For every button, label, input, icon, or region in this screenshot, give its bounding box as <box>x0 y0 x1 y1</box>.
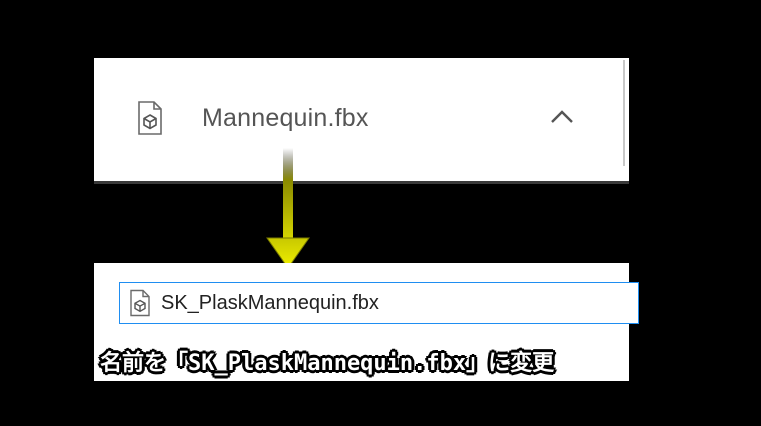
instruction-caption: 名前を「SK_PlaskMannequin.fbx」に変更 <box>100 351 555 376</box>
download-bar: Mannequin.fbx <box>94 58 629 184</box>
panel-edge <box>623 60 625 166</box>
download-filename: Mannequin.fbx <box>202 103 369 132</box>
chevron-up-icon[interactable] <box>548 105 576 129</box>
download-item[interactable]: Mannequin.fbx <box>136 96 369 140</box>
3d-object-file-icon <box>136 100 164 136</box>
rename-value[interactable]: SK_PlaskMannequin.fbx <box>161 292 379 315</box>
down-arrow-icon <box>265 148 311 270</box>
3d-object-file-icon <box>129 289 151 317</box>
rename-input[interactable]: SK_PlaskMannequin.fbx <box>119 282 639 324</box>
